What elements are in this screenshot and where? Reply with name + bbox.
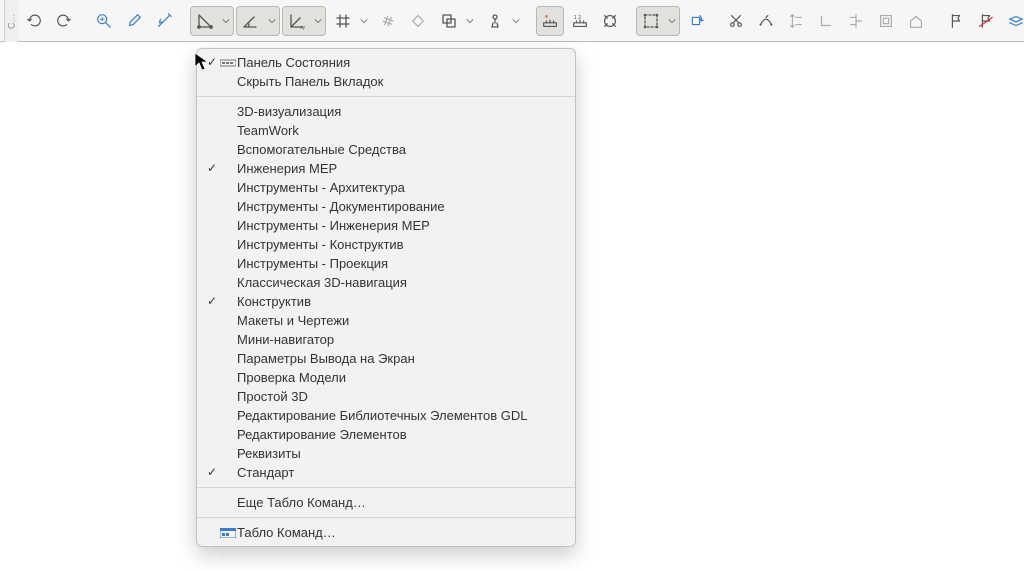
menu-item[interactable]: ✓Стандарт [197, 463, 575, 482]
menu-item[interactable]: Реквизиты [197, 444, 575, 463]
angle-snap-button[interactable] [236, 6, 280, 36]
cut-button[interactable] [722, 6, 750, 36]
check-icon: ✓ [205, 159, 219, 178]
menu-item[interactable]: Параметры Вывода на Экран [197, 349, 575, 368]
menu-separator [197, 96, 575, 97]
menu-item[interactable]: Проверка Модели [197, 368, 575, 387]
menu-item[interactable]: Простой 3D [197, 387, 575, 406]
split-button[interactable] [842, 6, 870, 36]
gravity-button[interactable] [480, 6, 524, 36]
menu-item[interactable]: ✓Инженерия MEP [197, 159, 575, 178]
ruler-node-button[interactable] [536, 6, 564, 36]
magnifier-button[interactable] [90, 6, 118, 36]
menu-item[interactable]: Редактирование Библиотечных Элементов GD… [197, 406, 575, 425]
grid-button[interactable] [328, 6, 372, 36]
menu-separator [197, 517, 575, 518]
statusbar-icon [219, 59, 237, 67]
menu-item[interactable]: Инструменты - Архитектура [197, 178, 575, 197]
rotate-geometry-button[interactable] [682, 6, 710, 36]
menu-item-more-toolbars[interactable]: Еще Табло Команд… [197, 493, 575, 512]
svg-text:xy: xy [300, 25, 306, 31]
menu-item[interactable]: 3D-визуализация [197, 102, 575, 121]
chevron-down-icon[interactable] [509, 17, 523, 25]
flag-button[interactable] [942, 6, 970, 36]
menu-item[interactable]: Классическая 3D-навигация [197, 273, 575, 292]
eyedropper-button[interactable] [120, 6, 148, 36]
menu-label: Панель Состояния [237, 53, 563, 72]
chevron-down-icon[interactable] [219, 17, 233, 25]
menu-item[interactable]: Макеты и Чертежи [197, 311, 575, 330]
select-button[interactable] [636, 6, 680, 36]
menu-item[interactable]: Инструменты - Инженерия MEP [197, 216, 575, 235]
check-icon: ✓ [205, 292, 219, 311]
rotate-grid-button[interactable] [374, 6, 402, 36]
toolbar-context-menu: ✓ Панель Состояния Скрыть Панель Вкладок… [196, 48, 576, 547]
menu-item[interactable]: TeamWork [197, 121, 575, 140]
main-toolbar: C… xy [0, 0, 1024, 42]
menu-item[interactable]: Мини-навигатор [197, 330, 575, 349]
check-icon: ✓ [205, 53, 219, 72]
rhomb-button[interactable] [404, 6, 432, 36]
corner-button[interactable] [812, 6, 840, 36]
reshape-button[interactable] [752, 6, 780, 36]
svg-text:1 2: 1 2 [574, 15, 581, 21]
frame-button[interactable] [872, 6, 900, 36]
menu-item-toolbars-dialog[interactable]: Табло Команд… [197, 523, 575, 542]
chevron-down-icon[interactable] [265, 17, 279, 25]
target-button[interactable] [596, 6, 624, 36]
dim-vert-button[interactable] [782, 6, 810, 36]
copy-button[interactable] [434, 6, 478, 36]
coord-system-button[interactable]: xy [282, 6, 326, 36]
menu-item[interactable]: Инструменты - Проекция [197, 254, 575, 273]
menu-item[interactable]: Инструменты - Документирование [197, 197, 575, 216]
chevron-down-icon[interactable] [357, 17, 371, 25]
left-tab[interactable]: C… [4, 0, 18, 42]
menu-item-hide-tabs[interactable]: Скрыть Панель Вкладок [197, 72, 575, 91]
menu-item[interactable]: ✓Конструктив [197, 292, 575, 311]
menu-item[interactable]: Инструменты - Конструктив [197, 235, 575, 254]
menu-item-status-bar[interactable]: ✓ Панель Состояния [197, 53, 575, 72]
menu-item[interactable]: Редактирование Элементов [197, 425, 575, 444]
layers-button[interactable] [1002, 6, 1024, 36]
undo-button[interactable] [20, 6, 48, 36]
menu-separator [197, 487, 575, 488]
chevron-down-icon[interactable] [463, 17, 477, 25]
toolbar-window-icon [219, 528, 237, 538]
chevron-down-icon[interactable] [665, 17, 679, 25]
menu-item[interactable]: Вспомогательные Средства [197, 140, 575, 159]
flag-break-button[interactable] [972, 6, 1000, 36]
redo-button[interactable] [50, 6, 78, 36]
chevron-down-icon[interactable] [311, 17, 325, 25]
house-button[interactable] [902, 6, 930, 36]
menu-label: Скрыть Панель Вкладок [237, 72, 563, 91]
check-icon: ✓ [205, 463, 219, 482]
syringe-button[interactable] [150, 6, 178, 36]
ruler-12-button[interactable]: 1 2 [566, 6, 594, 36]
triangle-snap-button[interactable] [190, 6, 234, 36]
